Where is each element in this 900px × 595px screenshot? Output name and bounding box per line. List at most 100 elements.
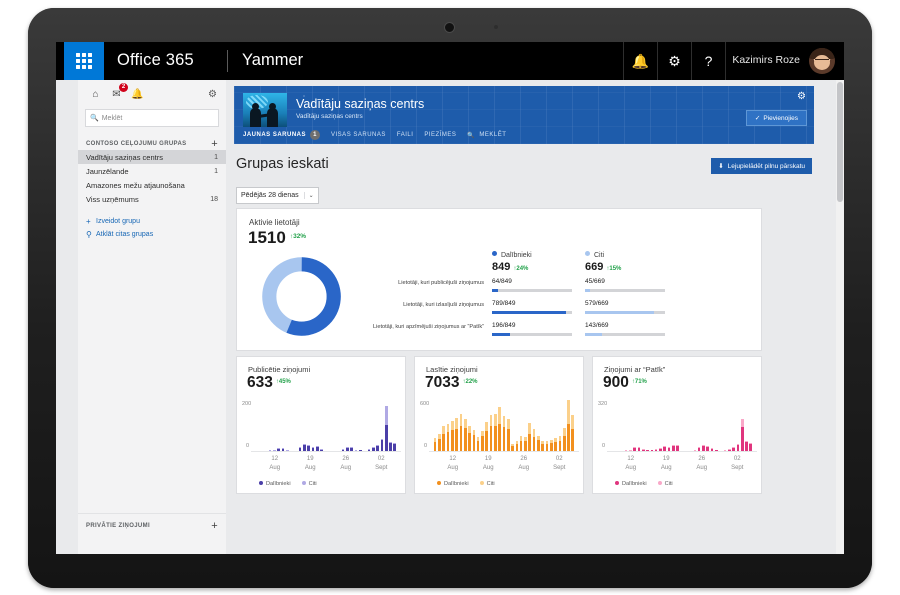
download-full-report-button[interactable]: ⬇ Lejupielādēt pilnu pārskatu — [711, 158, 812, 174]
xtick-month: Aug — [696, 465, 708, 471]
chart-bar-segment-others — [468, 426, 471, 434]
chart-bar — [549, 439, 553, 451]
chart-ytick-max-1: 600 — [420, 401, 430, 407]
screenshot-root: Office 365 Yammer 🔔 ⚙ ? Kazimirs Roze ⌂ … — [0, 0, 900, 595]
row-label-liked: Lietotāji, kuri apzīmējuši ziņojumus ar … — [373, 324, 484, 330]
scrollbar-thumb[interactable] — [837, 82, 843, 202]
add-private-message-icon[interactable]: + — [211, 520, 218, 532]
group-label: Amazones mežu atjaunošana — [86, 180, 185, 190]
chart-xtick: 02 Sept — [364, 455, 400, 473]
chart-title-2: Ziņojumi ar “Patīk” — [604, 365, 666, 374]
chart-bar-segment-others — [346, 447, 349, 448]
period-select[interactable]: Pēdējās 28 dienas ⌄ — [236, 187, 319, 204]
row-members-fill-1 — [492, 311, 566, 314]
sidebar-item-group-1[interactable]: Jaunzēlande 1 — [78, 164, 226, 178]
sidebar-gear-icon[interactable]: ⚙ — [208, 89, 219, 100]
sidebar-item-group-3[interactable]: Viss uzņēmums 18 — [78, 192, 226, 206]
chart-legend-2: Dalībnieki Citi — [615, 481, 673, 487]
chart-bar — [502, 416, 506, 451]
chart-bar-segment-others — [485, 422, 489, 431]
chart-bar — [749, 443, 753, 451]
sidebar-item-group-0[interactable]: Vadītāju saziņas centrs 1 — [78, 150, 226, 164]
chart-bar — [438, 433, 441, 451]
search-placeholder: Meklēt — [101, 114, 123, 122]
sidebar-bell-icon[interactable]: 🔔 — [127, 84, 148, 104]
left-sidebar: ⌂ ✉ 2 🔔 ⚙ 🔍 Meklēt CONTOSO CEļOJUMU GRUP… — [78, 80, 227, 554]
tab-label: PIEZĪMES — [424, 132, 457, 138]
chart-bar-segment-others — [303, 444, 306, 445]
add-group-icon[interactable]: + — [211, 138, 218, 150]
discover-groups-link[interactable]: ⚲ Atklāt citas grupas — [78, 228, 226, 241]
notifications-icon[interactable]: 🔔 — [623, 42, 657, 80]
xtick-day: 19 — [484, 456, 492, 462]
chart-bar — [511, 444, 514, 451]
chart-title-1: Lasītie ziņojumi — [426, 365, 478, 374]
create-group-link[interactable]: + Izveidot grupu — [78, 215, 226, 228]
brand-office365[interactable]: Office 365 — [117, 51, 194, 70]
join-group-button[interactable]: ✓ Pievienojies — [745, 110, 807, 126]
page-title: Grupas ieskati — [236, 156, 329, 172]
chart-xticks-2: 12 Aug 19 Aug 26 Aug 02 Sept — [611, 455, 753, 477]
suite-bar-actions: 🔔 ⚙ ? — [623, 42, 726, 80]
row-others-read: 579/669 — [585, 300, 609, 307]
settings-gear-icon[interactable]: ⚙ — [657, 42, 691, 80]
home-icon[interactable]: ⌂ — [85, 84, 106, 104]
legend-members-delta: ↑24% — [513, 266, 529, 272]
chart-bar-segment-others — [745, 441, 748, 443]
legend-item-others-1: Citi — [479, 481, 495, 487]
sidebar-toolbar: ⌂ ✉ 2 🔔 ⚙ — [78, 80, 226, 108]
chart-bar-segment-others — [506, 419, 510, 429]
tab-search[interactable]: 🔍 MEKLĒT — [467, 132, 506, 139]
chart-bar — [450, 420, 454, 451]
group-label: Jaunzēlande — [86, 166, 129, 176]
chart-total-2: 900 ↑71% — [603, 374, 647, 392]
app-content: ⌂ ✉ 2 🔔 ⚙ 🔍 Meklēt CONTOSO CEļOJUMU GRUP… — [56, 80, 844, 554]
chart-xticks-0: 12 Aug 19 Aug 26 Aug 02 Sept — [255, 455, 397, 477]
chart-bar — [433, 438, 437, 451]
chart-bar-segment-others — [567, 400, 570, 425]
chart-bar — [303, 444, 306, 451]
group-tabs: JAUNAS SARUNAS 1 VISAS SARUNAS FAILI PIE… — [243, 130, 506, 140]
page-scrollbar[interactable] — [836, 80, 844, 554]
inbox-icon[interactable]: ✉ 2 — [106, 83, 128, 104]
row-members-fill-2 — [492, 333, 510, 336]
legend-members-label: Dalībnieki — [501, 252, 532, 259]
xtick-month: Aug — [304, 465, 316, 471]
search-input[interactable]: 🔍 Meklēt — [85, 109, 219, 127]
tab-all-conversations[interactable]: VISAS SARUNAS — [331, 132, 386, 138]
chart-plot-2 — [611, 401, 753, 451]
xtick-month: Aug — [625, 465, 637, 471]
chart-bar-segment-others — [446, 423, 450, 432]
tab-badge: 1 — [310, 130, 321, 140]
row-others-fill-1 — [585, 311, 654, 314]
sidebar-item-group-2[interactable]: Amazones mežu atjaunošana — [78, 178, 226, 192]
row-members-fill-0 — [492, 289, 498, 292]
legend-others-value: 669 — [585, 261, 604, 273]
chart-bar — [545, 441, 549, 451]
group-count: 1 — [214, 153, 218, 161]
chart-bar-segment-others — [489, 415, 493, 426]
user-name[interactable]: Kazimirs Roze — [732, 54, 800, 66]
chart-bar-segment-others — [511, 444, 514, 446]
chart-bar-segment-others — [537, 435, 540, 441]
camera-icon — [444, 22, 455, 33]
chart-ytick-min-1: 0 — [424, 443, 428, 449]
group-section-header: CONTOSO CEļOJUMU GRUPAS + — [78, 138, 226, 150]
chart-bar — [532, 429, 536, 451]
tab-notes[interactable]: PIEZĪMES — [424, 132, 456, 138]
avatar[interactable] — [809, 48, 835, 74]
chart-bar-segment-others — [298, 446, 302, 447]
tab-files[interactable]: FAILI — [397, 132, 414, 138]
xtick-day: 12 — [627, 456, 635, 462]
chart-ytick-min-0: 0 — [246, 443, 250, 449]
chart-bar-segment-others — [519, 436, 523, 441]
active-users-delta: ↑32% — [289, 233, 307, 240]
help-icon[interactable]: ? — [691, 42, 726, 80]
xtick-day: 19 — [662, 456, 670, 462]
chart-bar — [446, 423, 450, 451]
tab-new-conversations[interactable]: JAUNAS SARUNAS 1 — [243, 130, 321, 140]
app-name-yammer[interactable]: Yammer — [242, 51, 303, 70]
group-settings-gear-icon[interactable]: ⚙ — [797, 91, 806, 102]
app-launcher-icon[interactable] — [64, 42, 104, 80]
chart-bar-segment-others — [281, 447, 285, 449]
